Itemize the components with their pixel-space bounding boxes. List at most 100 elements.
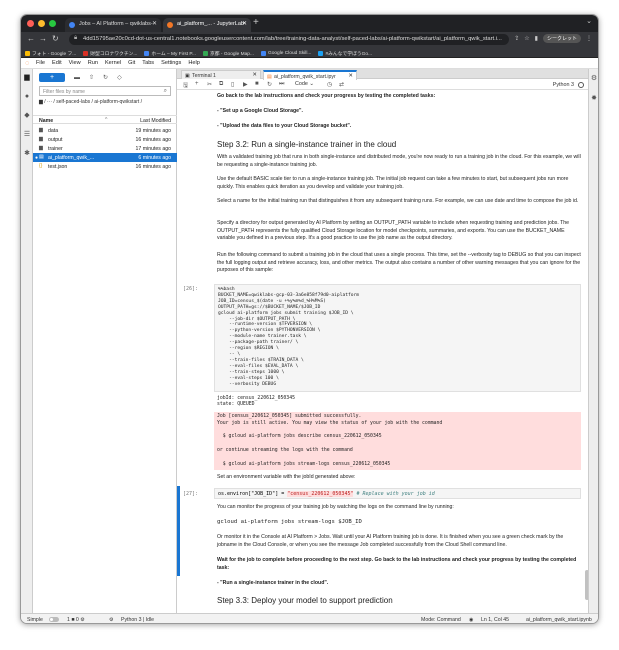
file-name: trainer <box>48 145 63 152</box>
maximize-window-button[interactable] <box>49 20 56 27</box>
bookmark-item[interactable]: ホーム – My First P... <box>144 49 196 57</box>
bookmark-item[interactable]: フォト - Google フ... <box>25 49 76 57</box>
document-tabs: ▣ Terminal 1 ✕ ▤ ai_platform_qwik_start.… <box>177 69 598 80</box>
menu-settings[interactable]: Settings <box>161 60 181 66</box>
gear-icon[interactable]: ⚙ <box>109 617 114 623</box>
kernel-status[interactable]: Python 3 | Idle <box>121 617 154 623</box>
sidebar-icon[interactable]: ▮ <box>535 35 538 42</box>
markdown-text: Specify a directory for output generated… <box>217 220 570 242</box>
more-menu-icon[interactable]: ⋮ <box>586 35 592 42</box>
json-file-icon: {} <box>39 162 43 169</box>
code-cell-set-job-id[interactable]: os.environ["JOB_ID"] = "census_220612_05… <box>214 488 581 499</box>
file-row[interactable]: {} test.json 16 minutes ago <box>33 162 177 171</box>
git-diff-icon[interactable]: ⇄ <box>339 81 344 88</box>
new-folder-icon[interactable]: ▬ <box>74 75 80 81</box>
share-icon[interactable]: ⇪ <box>514 35 519 42</box>
notebook-mode: Mode: Command <box>421 617 461 623</box>
forward-icon[interactable]: → <box>39 34 47 43</box>
run-icon[interactable]: ▶ <box>243 81 248 88</box>
cut-icon[interactable]: ✂ <box>207 81 212 88</box>
terminal-kernel-counts[interactable]: 1 ■ 0 ⚙ <box>67 617 85 623</box>
minimize-window-button[interactable] <box>38 20 45 27</box>
menu-git[interactable]: Git <box>128 60 135 66</box>
paste-icon[interactable]: ▯ <box>231 81 234 88</box>
menu-kernel[interactable]: Kernel <box>105 60 121 66</box>
bookmark-item[interactable]: #みんなで学ぼうGo... <box>318 49 372 57</box>
tab-label: Terminal 1 <box>192 72 216 79</box>
bookmark-label: #みんなで学ぼうGo... <box>325 51 373 57</box>
notebook-content[interactable]: Go back to the lab instructions and chec… <box>177 90 590 613</box>
file-name: output <box>48 136 63 143</box>
menu-file[interactable]: File <box>36 60 45 66</box>
file-row[interactable]: ● ▤ ai_platform_qwik_... 6 minutes ago <box>33 153 177 162</box>
tab-terminal[interactable]: ▣ Terminal 1 ✕ <box>181 70 261 79</box>
debugger-icon[interactable]: ✸ <box>590 95 598 103</box>
column-modified-header[interactable]: Last Modified <box>140 118 171 124</box>
code-text: os.environ["JOB_ID"] = <box>218 491 288 497</box>
clock-icon[interactable]: ◷ <box>327 81 332 88</box>
folder-icon[interactable]: ▆ <box>23 74 31 82</box>
browser-tab-jobs[interactable]: Jobs – AI Platform – qwiklabs- ✕ <box>65 18 161 32</box>
file-name: test.json <box>48 163 68 170</box>
browser-tab-label: Jobs – AI Platform – qwiklabs- <box>79 21 153 27</box>
bookmark-item[interactable]: Google Cloud Skill... <box>260 49 311 57</box>
new-tab-icon[interactable]: + <box>253 17 259 28</box>
refresh-icon[interactable]: ↻ <box>103 74 108 81</box>
chevron-down-icon[interactable]: ⌄ <box>586 17 592 25</box>
markdown-text: Or monitor it in the Console at AI Platf… <box>217 534 564 548</box>
column-name-header[interactable]: Name <box>39 118 53 124</box>
filter-placeholder: Filter files by name <box>43 89 85 95</box>
bookmark-favicon-icon <box>144 50 150 56</box>
restart-icon[interactable]: ↻ <box>267 81 272 88</box>
menu-view[interactable]: View <box>69 60 81 66</box>
cell-type-select[interactable]: Code ⌄ <box>295 81 314 87</box>
cell-prompt: [26]: <box>183 286 199 292</box>
git-clone-icon[interactable]: ◇ <box>117 74 122 81</box>
close-tab-icon[interactable]: ✕ <box>152 20 157 27</box>
simple-mode-toggle[interactable] <box>49 617 59 622</box>
filter-files-input[interactable]: Filter files by name ⌕ <box>39 86 171 96</box>
git-icon[interactable]: ◆ <box>23 112 31 120</box>
back-icon[interactable]: ← <box>27 34 35 43</box>
bookmark-item[interactable]: 財型コロナワクチン... <box>83 49 137 57</box>
property-inspector-icon[interactable]: ⚙ <box>590 75 598 83</box>
bookmark-label: 京都 - Google Map... <box>209 51 254 57</box>
file-row[interactable]: ▆ trainer 17 minutes ago <box>33 144 177 153</box>
code-string: "census_220612_050345" <box>287 491 354 497</box>
upload-icon[interactable]: ⇧ <box>89 74 94 81</box>
reload-icon[interactable]: ↻ <box>52 34 59 43</box>
menu-help[interactable]: Help <box>188 60 200 66</box>
incognito-profile-button[interactable]: シークレット <box>542 34 581 43</box>
file-list-header: Name ^ Last Modified <box>33 115 177 124</box>
sort-chevron-icon[interactable]: ^ <box>105 117 107 123</box>
browser-window: Jobs – AI Platform – qwiklabs- ✕ ai_plat… <box>20 14 599 624</box>
close-icon[interactable]: ✕ <box>252 72 257 78</box>
fast-forward-icon[interactable]: ⏭ <box>279 81 284 88</box>
cell-stderr-output: Job [census_220612_050345] submitted suc… <box>214 412 581 470</box>
copy-icon[interactable]: ⧉ <box>219 81 223 88</box>
insert-cell-icon[interactable]: + <box>195 81 199 87</box>
menu-tabs[interactable]: Tabs <box>142 60 154 66</box>
kernel-name[interactable]: Python 3 <box>553 82 574 88</box>
cursor-position[interactable]: Ln 1, Col 45 <box>481 617 509 623</box>
code-cell-submit-job[interactable]: %%bash BUCKET_NAME=qwiklabs-gcp-03-3a6e8… <box>214 284 581 392</box>
close-tab-icon[interactable]: ✕ <box>242 20 247 27</box>
menu-run[interactable]: Run <box>88 60 98 66</box>
file-name: data <box>48 127 59 134</box>
close-window-button[interactable] <box>27 20 34 27</box>
file-row[interactable]: ▆ data 19 minutes ago <box>33 126 177 135</box>
table-of-contents-icon[interactable]: ☰ <box>23 131 31 139</box>
browser-tab-jupyterlab[interactable]: ai_platform_... - JupyterLab ✕ <box>163 18 251 32</box>
extensions-icon[interactable]: ✱ <box>23 150 31 158</box>
folder-icon: ▆ <box>39 144 43 151</box>
bookmark-item[interactable]: 京都 - Google Map... <box>202 49 254 57</box>
breadcrumb[interactable]: ▆ / ··· / self-paced-labs / ai-platform-… <box>39 99 173 106</box>
markdown-text: Run the following command to submit a tr… <box>217 252 581 274</box>
url-bar[interactable]: 🔒︎ 4dd15795ae20c0cd-dot-us-central1.note… <box>69 34 509 45</box>
menu-edit[interactable]: Edit <box>52 60 62 66</box>
stop-icon[interactable]: ■ <box>255 81 259 87</box>
file-row[interactable]: ▆ output 16 minutes ago <box>33 135 177 144</box>
running-icon[interactable]: ● <box>23 93 31 101</box>
new-launcher-button[interactable]: + <box>39 73 65 82</box>
bookmark-star-icon[interactable]: ☆ <box>524 35 529 42</box>
